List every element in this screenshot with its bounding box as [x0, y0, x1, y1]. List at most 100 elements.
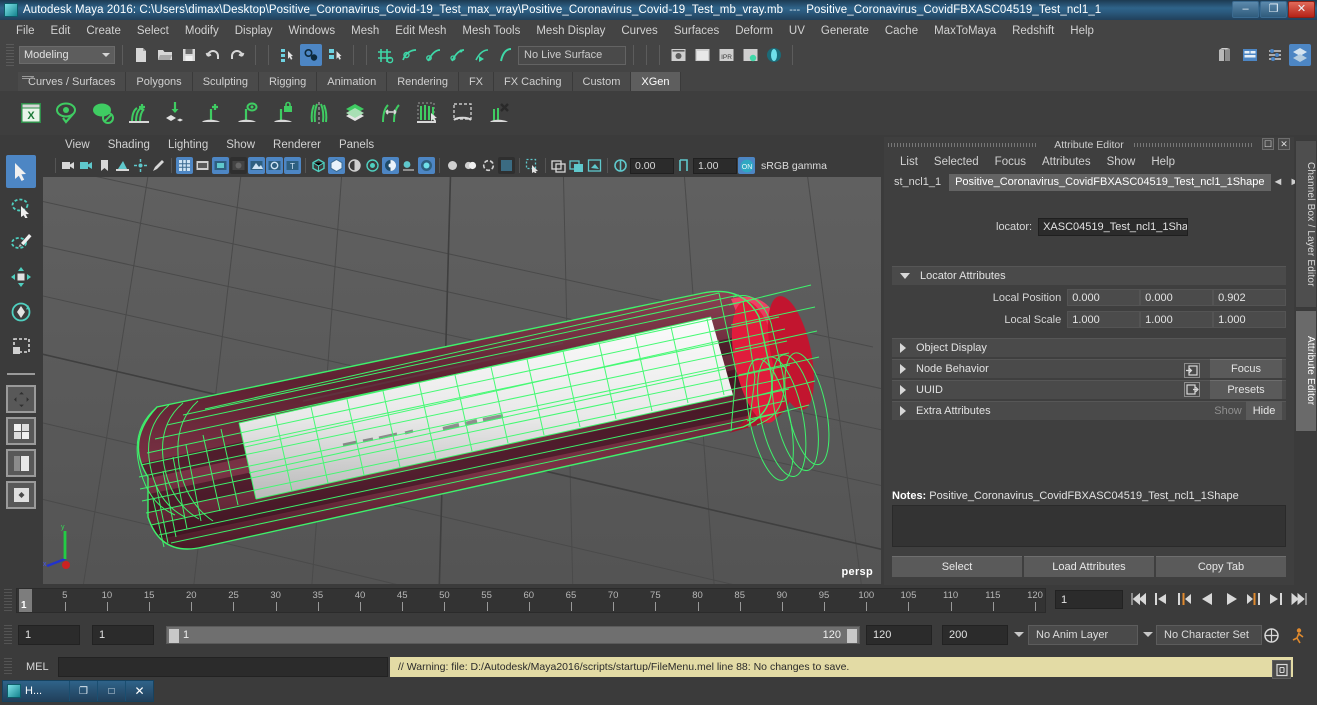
show-button[interactable]: Show: [1210, 401, 1246, 420]
camera-attributes-icon[interactable]: [78, 157, 95, 174]
taskbar-window-button[interactable]: H... ❐ □ ✕: [2, 680, 154, 702]
attribute-editor-menu-focus[interactable]: Focus: [987, 155, 1034, 169]
focus-button[interactable]: Focus: [1210, 359, 1282, 378]
gamma-icon[interactable]: [675, 157, 692, 174]
color-management-toggle-icon[interactable]: ON: [738, 157, 755, 174]
menu-item-mesh[interactable]: Mesh: [343, 23, 387, 39]
xgen-preview-icon[interactable]: [50, 96, 84, 130]
redo-icon[interactable]: [226, 44, 248, 66]
anim-layer-chevron-icon[interactable]: [1143, 632, 1153, 637]
live-surface-field[interactable]: No Live Surface: [518, 45, 626, 65]
two-d-pan-zoom-icon[interactable]: [132, 157, 149, 174]
play-forwards-button[interactable]: [1220, 588, 1241, 610]
tab-prev-icon[interactable]: ◄: [1273, 176, 1284, 188]
multisample-aa-icon[interactable]: [462, 157, 479, 174]
render-setup-icon[interactable]: [739, 44, 761, 66]
xgen-layers-icon[interactable]: [338, 96, 372, 130]
select-object-icon[interactable]: [300, 44, 322, 66]
local-position-z-field[interactable]: 0.902: [1213, 289, 1287, 306]
presets-button[interactable]: Presets: [1210, 380, 1282, 399]
xgen-select-guide-icon[interactable]: [230, 96, 264, 130]
ipr-render-icon[interactable]: IPR: [715, 44, 737, 66]
grid-toggle-icon[interactable]: [176, 157, 193, 174]
undo-icon[interactable]: [202, 44, 224, 66]
snap-to-curve-icon[interactable]: [398, 44, 420, 66]
xgen-place-groom-icon[interactable]: [158, 96, 192, 130]
taskbar-restore-button[interactable]: ❐: [69, 681, 97, 701]
snapshot-icon[interactable]: [586, 157, 603, 174]
single-perspective-layout-button[interactable]: [6, 385, 36, 413]
lasso-select-tool-button[interactable]: [6, 190, 36, 223]
select-hierarchy-icon[interactable]: [276, 44, 298, 66]
time-slider-grip[interactable]: [4, 589, 12, 611]
xgen-delete-guide-icon[interactable]: [482, 96, 516, 130]
menu-item-maxtomaya[interactable]: MaxToMaya: [926, 23, 1004, 39]
maximize-button[interactable]: ❐: [1260, 1, 1287, 18]
copy-tab-button[interactable]: Copy Tab: [1156, 556, 1286, 577]
xray-icon[interactable]: [266, 157, 283, 174]
local-position-y-field[interactable]: 0.000: [1140, 289, 1214, 306]
menu-item-create[interactable]: Create: [78, 23, 129, 39]
use-all-lights-icon[interactable]: [382, 157, 399, 174]
local-scale-x-field[interactable]: 1.000: [1067, 311, 1141, 328]
select-tool-button[interactable]: [6, 155, 36, 188]
film-gate-icon[interactable]: [194, 157, 211, 174]
anim-layer-dropdown[interactable]: No Anim Layer: [1028, 625, 1138, 645]
snap-to-view-plane-icon[interactable]: [470, 44, 492, 66]
go-to-start-button[interactable]: [1128, 588, 1149, 610]
viewport-menu-lighting[interactable]: Lighting: [159, 138, 217, 152]
menuset-dropdown[interactable]: Modeling: [19, 46, 115, 64]
show-hide-attribute-editor-icon[interactable]: [1239, 44, 1261, 66]
step-back-key-button[interactable]: [1151, 588, 1172, 610]
smooth-shading-icon[interactable]: [328, 157, 345, 174]
local-scale-y-field[interactable]: 1.000: [1140, 311, 1214, 328]
load-image-buffer-icon[interactable]: [550, 157, 567, 174]
tab-channel-box-layer-editor[interactable]: Channel Box / Layer Editor: [1295, 140, 1317, 308]
display-image-buffer-icon[interactable]: [568, 157, 585, 174]
viewport-menu-show[interactable]: Show: [217, 138, 264, 152]
rotate-tool-button[interactable]: [6, 295, 36, 328]
text-overlay-icon[interactable]: T: [284, 157, 301, 174]
xgen-disable-preview-icon[interactable]: [86, 96, 120, 130]
tab-attribute-editor[interactable]: Attribute Editor: [1295, 310, 1317, 432]
xgen-add-guide-icon[interactable]: [194, 96, 228, 130]
image-plane-icon[interactable]: [114, 157, 131, 174]
menu-item-display[interactable]: Display: [227, 23, 281, 39]
snap-to-grid-icon[interactable]: [374, 44, 396, 66]
menu-item-mesh-tools[interactable]: Mesh Tools: [454, 23, 528, 39]
exposure-control-icon[interactable]: [248, 157, 265, 174]
local-position-x-field[interactable]: 0.000: [1067, 289, 1141, 306]
shelf-tab-fx[interactable]: FX: [458, 72, 495, 91]
depth-of-field-icon[interactable]: [480, 157, 497, 174]
current-frame-field[interactable]: 1: [1055, 590, 1123, 609]
viewport-menu-panels[interactable]: Panels: [330, 138, 383, 152]
menu-item-mesh-display[interactable]: Mesh Display: [528, 23, 613, 39]
show-hide-channel-box-icon[interactable]: [1289, 44, 1311, 66]
resolution-gate-icon[interactable]: [212, 157, 229, 174]
locator-attributes-header[interactable]: Locator Attributes: [892, 266, 1286, 285]
shelf-tab-custom[interactable]: Custom: [572, 72, 632, 91]
viewport-menu-view[interactable]: View: [56, 138, 99, 152]
viewport-menu-shading[interactable]: Shading: [99, 138, 159, 152]
close-button[interactable]: ✕: [1288, 1, 1315, 18]
menu-item-edit-mesh[interactable]: Edit Mesh: [387, 23, 454, 39]
snap-to-projected-center-icon[interactable]: [446, 44, 468, 66]
menu-item-windows[interactable]: Windows: [280, 23, 343, 39]
menu-item-modify[interactable]: Modify: [177, 23, 227, 39]
undock-panel-button[interactable]: ☐: [1262, 138, 1274, 150]
texture-shading-icon[interactable]: [364, 157, 381, 174]
character-set-dropdown[interactable]: No Character Set: [1156, 625, 1262, 645]
screen-space-ao-icon[interactable]: [418, 157, 435, 174]
play-backwards-button[interactable]: [1197, 588, 1218, 610]
anim-end-field[interactable]: 200: [942, 625, 1008, 645]
menu-item-uv[interactable]: UV: [781, 23, 813, 39]
move-tool-button[interactable]: [6, 260, 36, 293]
menu-item-edit[interactable]: Edit: [43, 23, 79, 39]
viewport-menu-renderer[interactable]: Renderer: [264, 138, 330, 152]
show-hide-modeling-toolkit-icon[interactable]: [1214, 44, 1236, 66]
shelf-tab-curves-surfaces[interactable]: Curves / Surfaces: [18, 72, 127, 91]
command-line-grip[interactable]: [4, 658, 12, 676]
exposure-field[interactable]: 0.00: [630, 157, 674, 174]
minimize-button[interactable]: –: [1232, 1, 1259, 18]
menu-item-help[interactable]: Help: [1062, 23, 1102, 39]
